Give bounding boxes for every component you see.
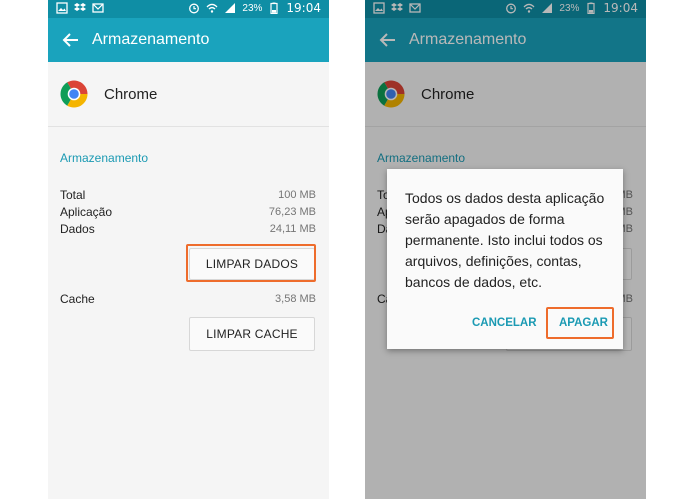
chrome-logo-icon — [60, 80, 88, 108]
signal-icon — [225, 3, 236, 13]
total-label: Total — [60, 188, 86, 202]
data-size-label: Dados — [60, 222, 95, 236]
app-size-value: 76,23 MB — [268, 206, 316, 218]
back-arrow-icon[interactable] — [60, 29, 82, 51]
storage-screen: 23% 19:04 Armazenamento Chrome Armazenam… — [48, 0, 329, 499]
battery-icon — [270, 2, 279, 14]
app-bar: Armazenamento — [48, 18, 329, 62]
cache-label: Cache — [60, 292, 95, 306]
wifi-icon — [206, 3, 218, 13]
battery-percent: 23% — [242, 2, 263, 14]
app-header: Chrome — [48, 62, 329, 127]
dialog-message: Todos os dados desta aplicação serão apa… — [405, 190, 605, 290]
app-name: Chrome — [104, 86, 158, 103]
status-bar: 23% 19:04 — [48, 0, 329, 18]
clear-data-highlight — [186, 244, 316, 282]
clear-data-dialog: Todos os dados desta aplicação serão apa… — [387, 169, 623, 349]
cancel-button[interactable]: CANCELAR — [472, 317, 537, 329]
dropbox-notification-icon — [74, 3, 86, 11]
total-value: 100 MB — [278, 189, 316, 201]
storage-screen-with-dialog: 23% 19:04 Armazenamento Chrome Armazenam… — [365, 0, 646, 499]
section-title: Armazenamento — [60, 151, 149, 165]
mail-notification-icon — [92, 3, 104, 13]
cache-value: 3,58 MB — [275, 293, 316, 305]
clock: 19:04 — [286, 1, 321, 15]
alarm-icon — [189, 3, 200, 14]
gallery-notification-icon — [56, 2, 68, 14]
clear-cache-button[interactable]: LIMPAR CACHE — [189, 317, 315, 351]
delete-highlight — [546, 307, 614, 339]
page-title: Armazenamento — [92, 31, 210, 48]
app-size-label: Aplicação — [60, 205, 113, 219]
data-size-value: 24,11 MB — [269, 223, 316, 235]
